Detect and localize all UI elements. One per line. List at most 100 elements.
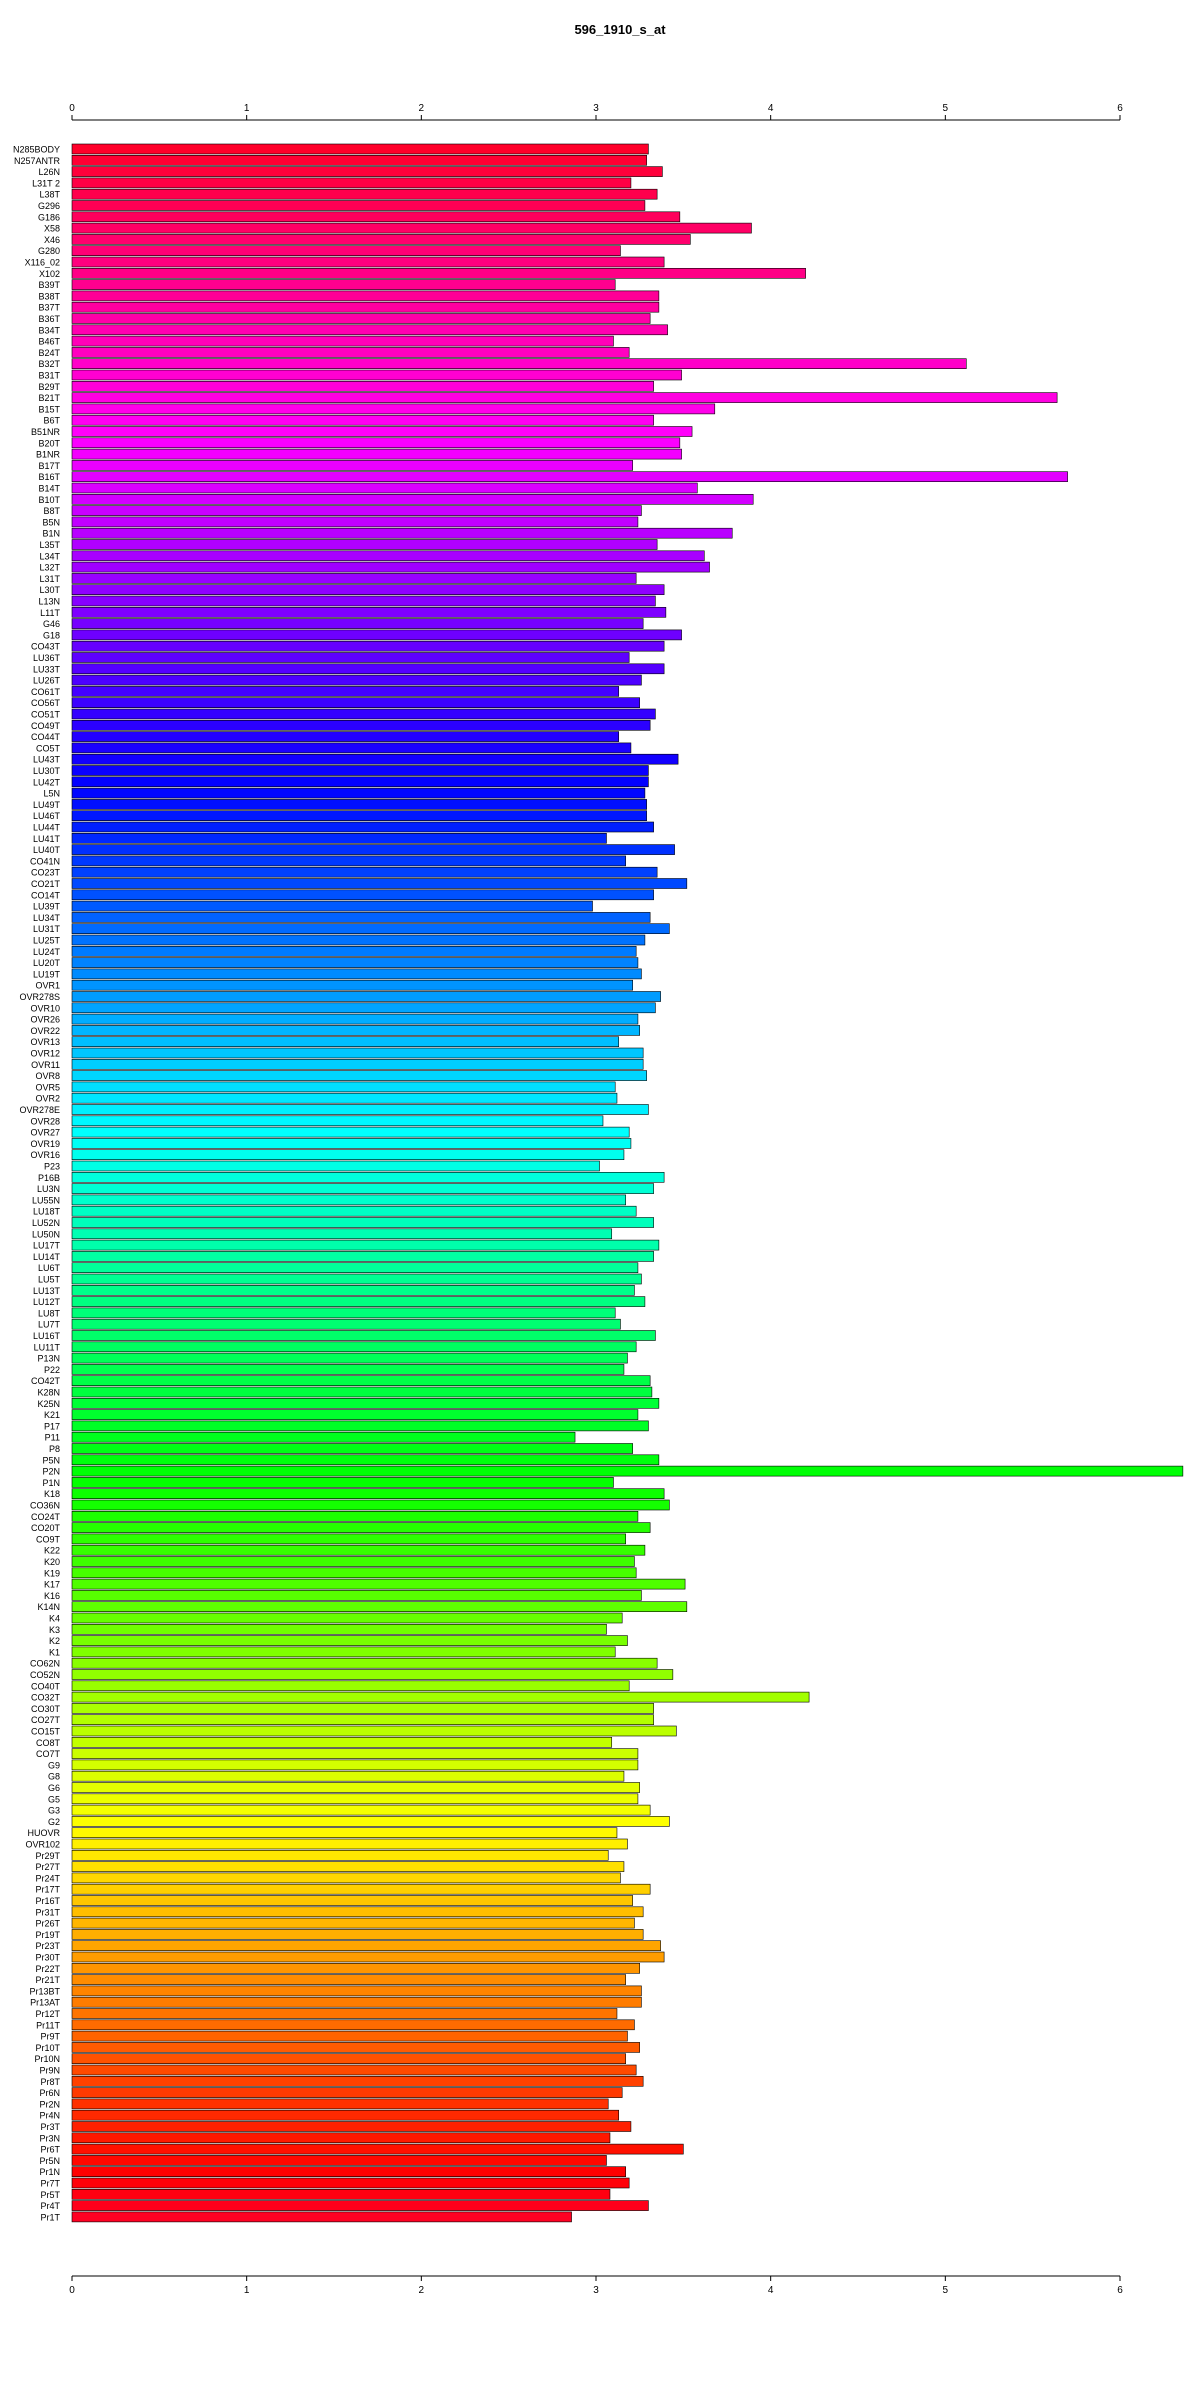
category-label: OVR26: [30, 1015, 60, 1025]
category-label: N285BODY: [13, 145, 60, 155]
x-tick-label: 2: [419, 2285, 425, 2296]
bar: [71, 1646, 616, 1658]
category-label: K22: [44, 1546, 60, 1556]
bar: [71, 1138, 632, 1149]
bar: [71, 1104, 649, 1115]
bar: [71, 844, 675, 855]
bar: [71, 2008, 618, 2019]
bar: [71, 1578, 686, 1590]
bar: [71, 2177, 630, 2189]
bar: [71, 652, 630, 663]
category-label: LU3N: [37, 1184, 60, 1194]
bar: [71, 1262, 639, 1273]
category-label: CO27T: [31, 1715, 61, 1725]
bar: [71, 1477, 614, 1488]
bar: [71, 403, 716, 415]
category-label: Pr3N: [39, 2133, 60, 2143]
x-tick-label: 5: [943, 103, 949, 114]
category-label: X46: [44, 235, 60, 245]
category-label: Pr4T: [40, 2201, 60, 2211]
bar: [71, 1827, 618, 1838]
category-label: CO62N: [30, 1659, 60, 1669]
category-label: P5N: [42, 1455, 60, 1465]
bar: [71, 1996, 642, 2008]
category-label: B38T: [38, 291, 60, 301]
bar: [71, 1657, 658, 1669]
bar: [71, 1872, 621, 1884]
bar: [71, 222, 752, 234]
bar: [71, 380, 654, 392]
category-label: B51NR: [31, 427, 61, 437]
bar: [71, 866, 658, 878]
bar: [71, 155, 647, 166]
category-label: CO24T: [31, 1512, 61, 1522]
category-label: Pr29T: [35, 1851, 60, 1861]
category-label: Pr1N: [39, 2167, 60, 2177]
x-tick-label: 0: [69, 2285, 75, 2296]
category-label: LU14T: [33, 1252, 61, 1262]
bar-chart: 596_1910_s_at 0 1 2 3 4 5 6 0 1 2 3 4 5 6 N285BODYN25…: [13, 22, 1184, 2296]
bar: [71, 1420, 649, 1432]
category-label: G5: [48, 1794, 60, 1804]
category-label: P11: [45, 1433, 60, 1443]
category-label: CO42T: [31, 1376, 61, 1386]
category-label: CO15T: [31, 1727, 61, 1737]
bar: [71, 742, 632, 754]
bar: [71, 1917, 635, 1929]
bar: [71, 1081, 616, 1093]
bar: [71, 2121, 632, 2132]
category-label: LU31T: [33, 924, 61, 934]
bar: [71, 1375, 651, 1386]
bar: [71, 1612, 623, 1624]
category-label: LU26T: [33, 676, 61, 686]
category-label: P8: [49, 1444, 60, 1454]
category-label: CO56T: [31, 698, 61, 708]
category-label: X116_02: [25, 258, 60, 268]
category-label: LU17T: [33, 1241, 61, 1251]
bar: [71, 2189, 611, 2200]
bar: [71, 2155, 607, 2166]
bar: [71, 2200, 649, 2211]
category-label: X58: [44, 224, 60, 234]
category-label: Pr22T: [35, 1964, 60, 1974]
category-label: HUOVR: [27, 1828, 60, 1838]
bar: [71, 166, 663, 177]
category-label: OVR5: [35, 1082, 60, 1092]
category-label: B39T: [38, 280, 60, 290]
category-label: G8: [48, 1772, 60, 1782]
bar: [71, 584, 665, 596]
bar: [71, 1488, 665, 1499]
bar: [71, 460, 633, 471]
bar: [71, 1398, 660, 1409]
category-label: K28N: [37, 1388, 60, 1398]
category-label: L31T 2: [32, 178, 60, 188]
bar: [71, 2211, 572, 2223]
category-label: CO8T: [36, 1738, 61, 1748]
bar: [71, 1092, 618, 1104]
category-label: OVR102: [25, 1840, 60, 1850]
bar: [71, 799, 647, 810]
category-label: OVR19: [30, 1139, 60, 1149]
bar: [71, 1036, 620, 1047]
bar: [71, 1059, 644, 1070]
category-label: OVR28: [30, 1116, 60, 1126]
bar: [71, 1590, 642, 1601]
bar: [71, 527, 733, 539]
category-label: CO30T: [31, 1704, 61, 1714]
category-label: CO14T: [31, 890, 61, 900]
category-label: B1NR: [36, 450, 61, 460]
category-label: P22: [44, 1365, 60, 1375]
chart-title: 596_1910_s_at: [574, 22, 666, 37]
x-tick-label: 4: [768, 2285, 774, 2296]
bar: [71, 1974, 626, 1985]
bar: [71, 347, 630, 358]
category-label: P2N: [42, 1467, 60, 1477]
bar: [71, 2109, 620, 2121]
category-label: LU46T: [33, 811, 61, 821]
bar: [71, 1635, 628, 1646]
bar: [71, 369, 682, 381]
bar: [71, 1002, 656, 1014]
bar: [71, 821, 654, 833]
bar: [71, 2030, 628, 2042]
category-label: G186: [38, 212, 60, 222]
